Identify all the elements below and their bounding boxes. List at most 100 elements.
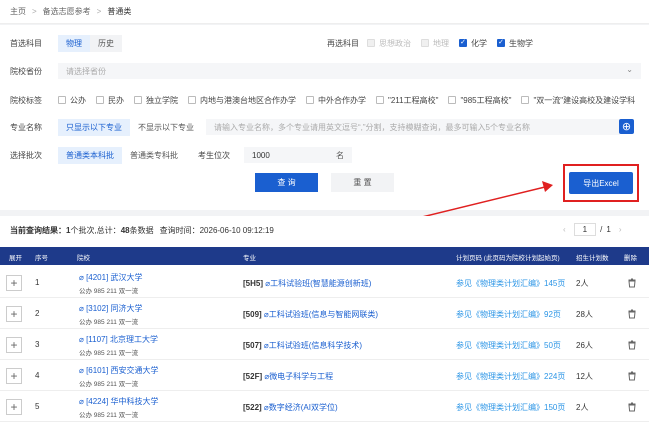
college-tags: 公办 985 211 双一流	[79, 381, 139, 388]
checkbox-biology[interactable]: ✓ 生物学	[497, 38, 533, 49]
major-code: [507]	[243, 341, 262, 350]
export-excel-button[interactable]: 导出Excel	[569, 172, 633, 194]
rank-value: 1000	[252, 150, 270, 160]
rank-input[interactable]: 1000 名	[244, 147, 352, 163]
college-name: 西安交通大学	[110, 366, 159, 375]
checkbox-geography[interactable]: 地理	[421, 38, 449, 49]
major-input[interactable]: 请输入专业名称，多个专业请用英文逗号“,”分割，支持模糊查询，最多可输入5个专业…	[206, 119, 620, 135]
plan-page-link[interactable]: 参见《物理类计划汇编》224页	[456, 371, 565, 382]
expand-plus-icon[interactable]: +	[6, 275, 22, 291]
tag-public[interactable]: 公办	[58, 95, 86, 106]
breadcrumb-reference[interactable]: 备选志愿参考	[43, 6, 91, 17]
subject-physics-option[interactable]: 物理	[58, 34, 90, 52]
major-cell[interactable]: [507] ⌀工科试验班(信息科学技术)	[243, 340, 362, 351]
major-label: 专业名称	[10, 122, 42, 132]
row-index: 3	[35, 340, 40, 349]
college-tags: 公办 985 211 双一流	[79, 350, 139, 357]
college-tags: 公办 985 211 双一流	[79, 412, 139, 419]
batch-label: 选择批次	[10, 150, 42, 160]
trash-icon[interactable]	[626, 277, 638, 289]
checkbox-box	[58, 96, 66, 104]
link-icon: ⌀	[79, 335, 84, 344]
college-link[interactable]: ⌀ [4201] 武汉大学	[79, 272, 143, 283]
batch-row: 选择批次 普通类本科批 普通类专科批 考生位次 1000 名	[10, 146, 352, 164]
trash-icon[interactable]	[626, 401, 638, 413]
province-select[interactable]: 请选择省份 ⌄	[58, 63, 641, 79]
link-icon: ⌀	[79, 273, 84, 282]
college-link[interactable]: ⌀ [3102] 同济大学	[79, 303, 143, 314]
expand-plus-icon[interactable]: +	[6, 368, 22, 384]
expand-plus-icon[interactable]: +	[6, 337, 22, 353]
tag-985[interactable]: "985工程高校"	[448, 95, 511, 106]
college-link[interactable]: ⌀ [1107] 北京理工大学	[79, 334, 158, 345]
breadcrumb-home[interactable]: 主页	[10, 6, 26, 17]
major-code: [52F]	[243, 372, 263, 381]
tag-independent[interactable]: 独立学院	[134, 95, 178, 106]
tag-label: 独立学院	[146, 95, 178, 105]
reset-button[interactable]: 重 置	[331, 173, 394, 192]
checkbox-box	[134, 96, 142, 104]
result-section: 当前查询结果： 1 个批次,总计：48条数据 查询时间：2026-06-10 09:1…	[0, 216, 649, 436]
major-include-option[interactable]: 只显示以下专业	[58, 118, 130, 136]
plan-count: 26人	[576, 341, 593, 350]
trash-icon[interactable]	[626, 339, 638, 351]
plan-count: 2人	[576, 279, 589, 288]
plan-page-link[interactable]: 参见《物理类计划汇编》150页	[456, 402, 565, 413]
chevron-right-icon: >	[96, 7, 102, 16]
link-icon: ⌀	[79, 304, 84, 313]
expand-plus-icon[interactable]: +	[6, 399, 22, 415]
page-current-input[interactable]: 1	[573, 223, 597, 236]
plan-page-link[interactable]: 参见《物理类计划汇编》92页	[456, 309, 561, 320]
pagination: ‹ 1 / 1 ›	[563, 223, 621, 236]
col-plan-count: 招生计划数	[576, 255, 609, 262]
major-cell[interactable]: [509] ⌀工科试验班(信息与智能网联类)	[243, 309, 378, 320]
breadcrumb: 主页 > 备选志愿参考 > 普通类	[0, 0, 649, 24]
major-name: 工科试验班(信息与智能网联类)	[268, 310, 379, 319]
check-icon: ✓	[497, 39, 505, 47]
result-mid2: 条数据	[129, 226, 154, 235]
plan-page-link[interactable]: 参见《物理类计划汇编》145页	[456, 278, 565, 289]
tag-211[interactable]: "211工程高校"	[376, 95, 438, 106]
college-name: 华中科技大学	[110, 397, 159, 406]
add-major-button[interactable]: ⊕	[619, 119, 634, 134]
checkbox-chemistry[interactable]: ✓ 化学	[459, 38, 487, 49]
tag-sino-foreign[interactable]: 中外合作办学	[306, 95, 366, 106]
tags-label: 院校标签	[10, 95, 42, 105]
college-name: 北京理工大学	[109, 335, 158, 344]
province-label: 院校省份	[10, 66, 42, 76]
checkbox-box	[521, 96, 530, 104]
tag-private[interactable]: 民办	[96, 95, 124, 106]
major-cell[interactable]: [5H5] ⌀工科试验班(智慧能源创新班)	[243, 278, 371, 289]
tag-hk-macao-tw[interactable]: 内地与港澳台地区合作办学	[188, 95, 296, 106]
trash-icon[interactable]	[626, 308, 638, 320]
major-name: 工科试验班(智慧能源创新班)	[270, 279, 372, 288]
tag-label: 公办	[70, 95, 86, 105]
trash-icon[interactable]	[626, 370, 638, 382]
college-link[interactable]: ⌀ [6101] 西安交通大学	[79, 365, 159, 376]
batch-junior-option[interactable]: 普通类专科批	[122, 146, 186, 164]
major-cell[interactable]: [52F] ⌀微电子科学与工程	[243, 371, 333, 382]
query-button[interactable]: 查 询	[255, 173, 318, 192]
next-page-icon[interactable]: ›	[619, 225, 622, 234]
checkbox-box	[376, 96, 384, 104]
checkbox-box	[448, 96, 457, 104]
row-index: 5	[35, 402, 40, 411]
row-index: 2	[35, 309, 40, 318]
result-prefix: 当前查询结果：	[10, 226, 66, 235]
major-row: 专业名称 只显示以下专业 不显示以下专业 请输入专业名称，多个专业请用英文逗号“…	[10, 118, 620, 136]
major-name: 微电子科学与工程	[269, 372, 334, 381]
row-index: 4	[35, 371, 40, 380]
expand-plus-icon[interactable]: +	[6, 306, 22, 322]
subject-history-option[interactable]: 历史	[90, 34, 122, 52]
prev-page-icon[interactable]: ‹	[563, 225, 566, 234]
chevron-right-icon: >	[32, 7, 37, 16]
plan-page-link[interactable]: 参见《物理类计划汇编》50页	[456, 340, 561, 351]
tag-double-first-class[interactable]: "双一流"建设高校及建设学科	[521, 95, 635, 106]
college-code: [6101]	[86, 366, 109, 375]
major-cell[interactable]: [522] ⌀数字经济(AI双学位)	[243, 402, 338, 413]
college-link[interactable]: ⌀ [4224] 华中科技大学	[79, 396, 159, 407]
major-exclude-option[interactable]: 不显示以下专业	[130, 118, 202, 136]
checkbox-politics[interactable]: 思想政治	[367, 38, 411, 49]
col-plan-page: 计划页码 (此页码为院校计划起始页)	[456, 255, 560, 262]
batch-undergrad-option[interactable]: 普通类本科批	[58, 146, 122, 164]
